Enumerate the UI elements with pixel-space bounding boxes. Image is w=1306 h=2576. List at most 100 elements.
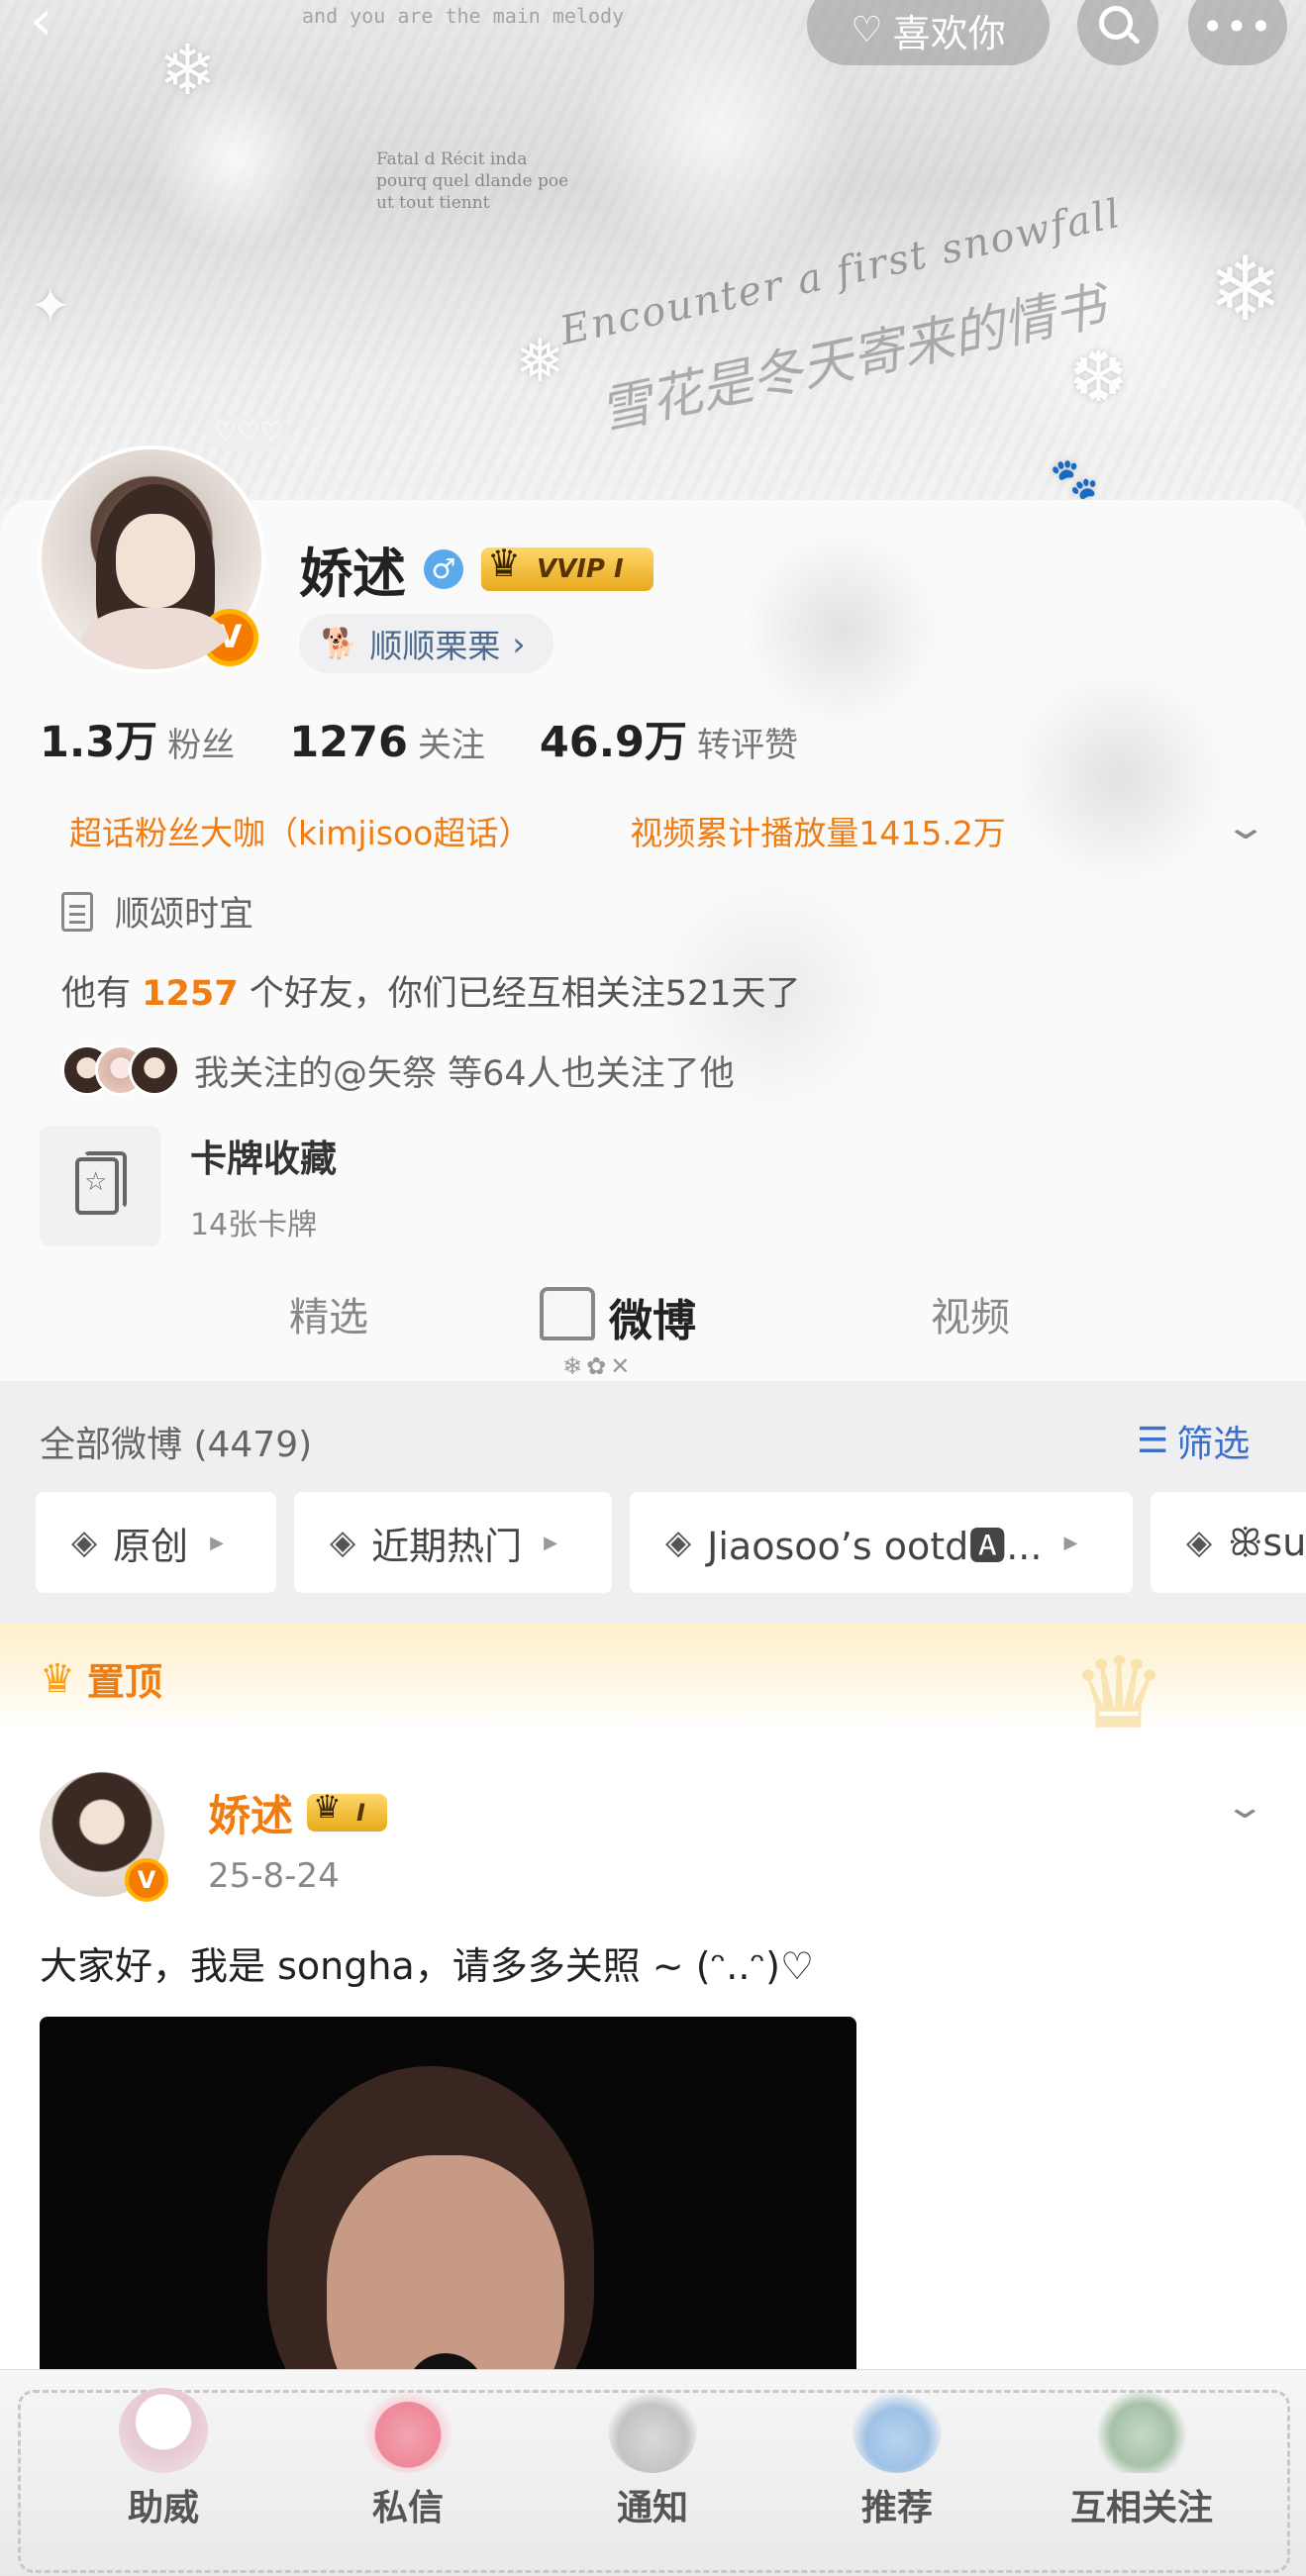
achievement-video-plays[interactable]: 视频累计播放量1415.2万: [630, 807, 1005, 854]
tab-video[interactable]: 视频: [931, 1285, 1010, 1342]
mutual-follow-text: 我关注的@矢祭 等64人也关注了他: [194, 1053, 735, 1094]
chip-label: 原创: [113, 1524, 189, 1568]
layers-icon: ◈: [1186, 1523, 1213, 1562]
nav-label: 推荐: [860, 2488, 933, 2528]
vip-badge[interactable]: ♛ VVIP I: [481, 542, 653, 591]
tab-featured[interactable]: 精选: [289, 1285, 368, 1342]
chevron-down-icon[interactable]: ⌄: [1224, 1787, 1266, 1827]
friends-info: 他有 1257 个好友，你们已经互相关注521天了: [61, 965, 801, 1016]
filter-button[interactable]: ☰ 筛选: [1137, 1414, 1250, 1467]
crown-icon: ♛: [313, 1788, 342, 1826]
card-collection-icon: ☆: [40, 1126, 160, 1246]
back-button[interactable]: ‹: [30, 0, 89, 53]
snowflake-icon: ❅: [515, 327, 565, 396]
mutual-days: 521天了: [664, 974, 801, 1014]
profile-name: 娇述: [299, 543, 406, 605]
fan-group-label: 顺顺栗栗: [369, 627, 501, 665]
post-video[interactable]: [40, 2017, 856, 2413]
like-button[interactable]: ♡ 喜欢你: [807, 0, 1050, 65]
achievement-row: 超话粉丝大咖（kimjisoo超话） 视频累计播放量1415.2万: [69, 807, 1006, 854]
pinned-header: ♛ 置顶 ♛: [0, 1624, 1306, 1760]
caret-right-icon: ▶: [1063, 1532, 1078, 1553]
friends-suffix: 个好友，你们已经互相关注: [249, 974, 665, 1014]
mailbox-icon: [540, 1287, 595, 1340]
chip-ootd[interactable]: ◈ Jiaosoo’s ootd🅰... ▶: [630, 1492, 1133, 1593]
post-card[interactable]: V 娇述 ♛ I 25-8-24 ⌄ 大家好，我是 songha，请多多关照 ~…: [0, 1728, 1306, 2413]
filter-icon: ☰: [1137, 1420, 1169, 1461]
nav-mutual-follow[interactable]: 互相关注: [1053, 2388, 1231, 2530]
friends-count: 1257: [142, 974, 239, 1014]
tab-weibo[interactable]: 微博: [609, 1285, 696, 1348]
stat-value: 46.9万: [539, 718, 687, 767]
avatar: [129, 1044, 180, 1096]
banner-collage-text: Fatal d Récit inda pourq quel dlande poe…: [376, 149, 569, 213]
feed-filter-bar: 全部微博 (4479) ☰ 筛选 ◈ 原创 ▶ ◈ 近期热门 ▶ ◈ Jiaos…: [0, 1381, 1306, 1624]
chip-recent-hot[interactable]: ◈ 近期热门 ▶: [294, 1492, 612, 1593]
nav-label: 通知: [616, 2488, 688, 2528]
nav-messages[interactable]: 私信: [319, 2388, 497, 2530]
ghost-icon: [119, 2388, 208, 2473]
card-collection[interactable]: ☆ 卡牌收藏 14张卡牌: [40, 1126, 337, 1246]
stat-label: 关注: [417, 726, 485, 765]
house-icon: [853, 2388, 942, 2473]
post-author[interactable]: 娇述: [208, 1782, 293, 1843]
vip-badge: ♛ I: [307, 1788, 387, 1832]
pinned-label: ♛ 置顶: [40, 1651, 162, 1706]
all-posts-count: 全部微博 (4479): [40, 1425, 313, 1465]
stat-label: 粉丝: [167, 726, 236, 765]
layers-icon: ◈: [71, 1523, 98, 1562]
nav-label: 互相关注: [1069, 2488, 1213, 2528]
search-button[interactable]: [1077, 0, 1158, 65]
card-collection-text: 卡牌收藏 14张卡牌: [190, 1129, 337, 1243]
stat-likes[interactable]: 46.9万 转评赞: [540, 708, 798, 769]
star-icon: ☆: [84, 1167, 108, 1197]
profile-name-row: 娇述 ♂ ♛ VVIP I: [299, 530, 653, 608]
avatar-face: [116, 514, 195, 608]
post-date: 25-8-24: [208, 1856, 340, 1896]
stat-value: 1.3万: [40, 718, 158, 767]
bio-text: 顺颂时宜: [115, 895, 254, 935]
layers-icon: ◈: [665, 1523, 692, 1562]
top-navigation: ‹ ♡ 喜欢你 •••: [0, 0, 1306, 65]
profile-stats: 1.3万 粉丝 1276 关注 46.9万 转评赞: [40, 708, 798, 769]
stat-label: 转评赞: [696, 726, 798, 765]
snowflake-icon: ❄: [1208, 238, 1283, 342]
nav-recommend[interactable]: 推荐: [808, 2388, 986, 2530]
profile-avatar[interactable]: ♡♡♡ V: [38, 416, 291, 673]
achievement-supertopic[interactable]: 超话粉丝大咖（kimjisoo超话）: [69, 807, 531, 854]
card-collection-count: 14张卡牌: [190, 1208, 318, 1242]
snowflake-icon: ✦: [30, 277, 71, 335]
caret-right-icon: ▶: [210, 1532, 225, 1553]
radio-icon: [1097, 2388, 1186, 2473]
card-collection-title: 卡牌收藏: [190, 1138, 337, 1180]
tree-icon: [608, 2388, 697, 2473]
chip-label: ꕥsu: [1228, 1520, 1306, 1564]
search-icon-handle: [1127, 31, 1141, 46]
crown-icon: ♛: [40, 1655, 75, 1702]
snowflake-icon: ❆: [1069, 337, 1128, 418]
active-tab-decoration: ❄✿✕: [562, 1352, 635, 1380]
bottom-navigation: 助威 私信 通知 推荐 互相关注: [0, 2369, 1306, 2576]
nav-cheer[interactable]: 助威: [74, 2388, 252, 2530]
more-button[interactable]: •••: [1188, 0, 1287, 65]
profile-tabs: 精选 微博 视频: [0, 1277, 1306, 1381]
stat-following[interactable]: 1276 关注: [289, 718, 485, 767]
chevron-down-icon[interactable]: ⌄: [1223, 807, 1267, 847]
heart-outline-icon: ♡: [851, 9, 883, 50]
chip-original[interactable]: ◈ 原创 ▶: [36, 1492, 276, 1593]
post-text: 大家好，我是 songha，请多多关照 ~ (ᵔ..ᵔ)♡: [40, 1944, 815, 1988]
avatar-body: [81, 608, 230, 669]
verified-badge-icon: V: [125, 1858, 168, 1902]
post-author-row: 娇述 ♛ I: [208, 1782, 387, 1843]
fan-group-tag[interactable]: 🐕 顺顺栗栗 ›: [299, 614, 553, 673]
nav-notifications[interactable]: 通知: [563, 2388, 742, 2530]
chevron-right-icon: ›: [512, 624, 526, 663]
mutual-follow-row[interactable]: 我关注的@矢祭 等64人也关注了他: [61, 1044, 735, 1096]
nav-label: 助威: [127, 2488, 199, 2528]
layers-icon: ◈: [330, 1523, 356, 1562]
chip-more[interactable]: ◈ ꕥsu: [1151, 1492, 1306, 1593]
chip-label: Jiaosoo’s ootd🅰...: [707, 1524, 1043, 1568]
stat-followers[interactable]: 1.3万 粉丝: [40, 708, 235, 769]
hearts-decoration: ♡♡♡: [206, 416, 291, 449]
mutual-avatars: [61, 1044, 180, 1096]
